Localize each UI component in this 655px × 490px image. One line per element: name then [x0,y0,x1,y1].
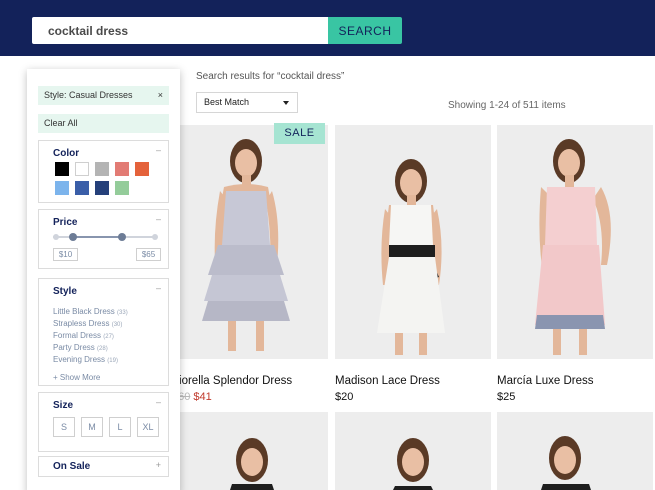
dress-model-image [335,412,491,490]
product-price: $20 [335,391,354,403]
style-option[interactable]: Party Dress (28) [53,343,108,352]
sale-price: $41 [193,391,212,403]
panel-title: Size [53,400,74,411]
color-swatch-orange[interactable] [135,162,149,176]
panel-title: Style [53,286,77,297]
close-icon[interactable]: × [158,86,163,105]
dress-model-image [172,412,328,490]
product-image[interactable] [335,412,491,490]
dress-model-image [172,125,328,359]
panel-title: Color [53,148,80,159]
product-price: $25 [497,391,516,403]
price-max-handle[interactable] [118,233,126,241]
results-label: Search results for “cocktail dress” [196,71,345,82]
color-swatch-gray[interactable] [95,162,109,176]
style-option[interactable]: Formal Dress (27) [53,331,114,340]
product-name[interactable]: Madison Lace Dress [335,375,440,387]
style-option[interactable]: Strapless Dress (30) [53,319,122,328]
expand-icon[interactable]: + [156,460,161,470]
results-count: Showing 1-24 of 511 items [448,100,566,111]
active-filter-chip[interactable]: Style: Casual Dresses × [38,86,169,105]
style-option-count: (19) [107,358,118,364]
product-image[interactable] [497,125,653,359]
size-option-m[interactable]: M [81,417,103,437]
header-bar: SEARCH [0,0,655,56]
page: SEARCH Search results for “cocktail dres… [0,0,655,490]
size-option-s[interactable]: S [53,417,75,437]
style-option[interactable]: Little Black Dress (33) [53,307,128,316]
style-option-count: (30) [111,322,123,328]
panel-title: On Sale [53,461,91,472]
size-option-xl[interactable]: XL [137,417,159,437]
color-swatch-black[interactable] [55,162,69,176]
collapse-icon[interactable]: – [156,397,161,407]
dress-model-image [335,125,491,359]
active-filter-label: Style: Casual Dresses [44,90,133,100]
style-option-label: Little Black Dress [53,307,115,316]
style-option-label: Formal Dress [53,331,102,340]
color-swatch-green[interactable] [115,181,129,195]
sort-value: Best Match [204,97,250,107]
on-sale-filter-panel[interactable]: On Sale + [38,456,169,477]
collapse-icon[interactable]: – [156,283,161,293]
product-name[interactable]: Marcía Luxe Dress [497,375,594,387]
price-max-value[interactable]: $65 [136,248,161,261]
color-filter-panel: Color – [38,140,169,203]
style-option[interactable]: Evening Dress (19) [53,355,118,364]
price-slider-range [73,236,122,238]
color-swatch-light-blue[interactable] [55,181,69,195]
style-option-label: Party Dress [53,343,95,352]
style-filter-panel: Style – Little Black Dress (33) Straples… [38,278,169,386]
dress-model-image [497,412,653,490]
sale-badge: SALE [274,123,325,144]
product-name[interactable]: Fiorella Splendor Dress [172,375,292,387]
price-min-handle[interactable] [69,233,77,241]
filter-sidebar: Style: Casual Dresses × Clear All Color … [27,69,180,490]
slider-tick [152,234,158,240]
color-swatch-blue[interactable] [75,181,89,195]
style-option-count: (28) [97,346,108,352]
color-swatch-salmon[interactable] [115,162,129,176]
chevron-down-icon [283,101,289,105]
search-button[interactable]: SEARCH [328,17,402,44]
color-swatch-white[interactable] [75,162,89,176]
price-filter-panel: Price – $10 $65 [38,209,169,269]
product-image[interactable] [172,412,328,490]
size-option-l[interactable]: L [109,417,131,437]
slider-tick [53,234,59,240]
collapse-icon[interactable]: – [156,214,161,224]
clear-all-button[interactable]: Clear All [38,114,169,133]
style-option-label: Evening Dress [53,355,106,364]
product-image[interactable] [335,125,491,359]
collapse-icon[interactable]: – [156,145,161,155]
dress-model-image [497,125,653,359]
color-swatch-navy[interactable] [95,181,109,195]
style-option-count: (33) [117,310,128,316]
style-option-label: Strapless Dress [53,319,110,328]
search-input[interactable] [32,17,328,44]
show-more-link[interactable]: + Show More [53,373,100,382]
product-image[interactable] [497,412,653,490]
style-option-count: (27) [103,334,114,340]
size-filter-panel: Size – S M L XL [38,392,169,452]
product-image[interactable] [172,125,328,359]
price-min-value[interactable]: $10 [53,248,78,261]
panel-title: Price [53,217,78,228]
sort-select[interactable]: Best Match [196,92,298,113]
